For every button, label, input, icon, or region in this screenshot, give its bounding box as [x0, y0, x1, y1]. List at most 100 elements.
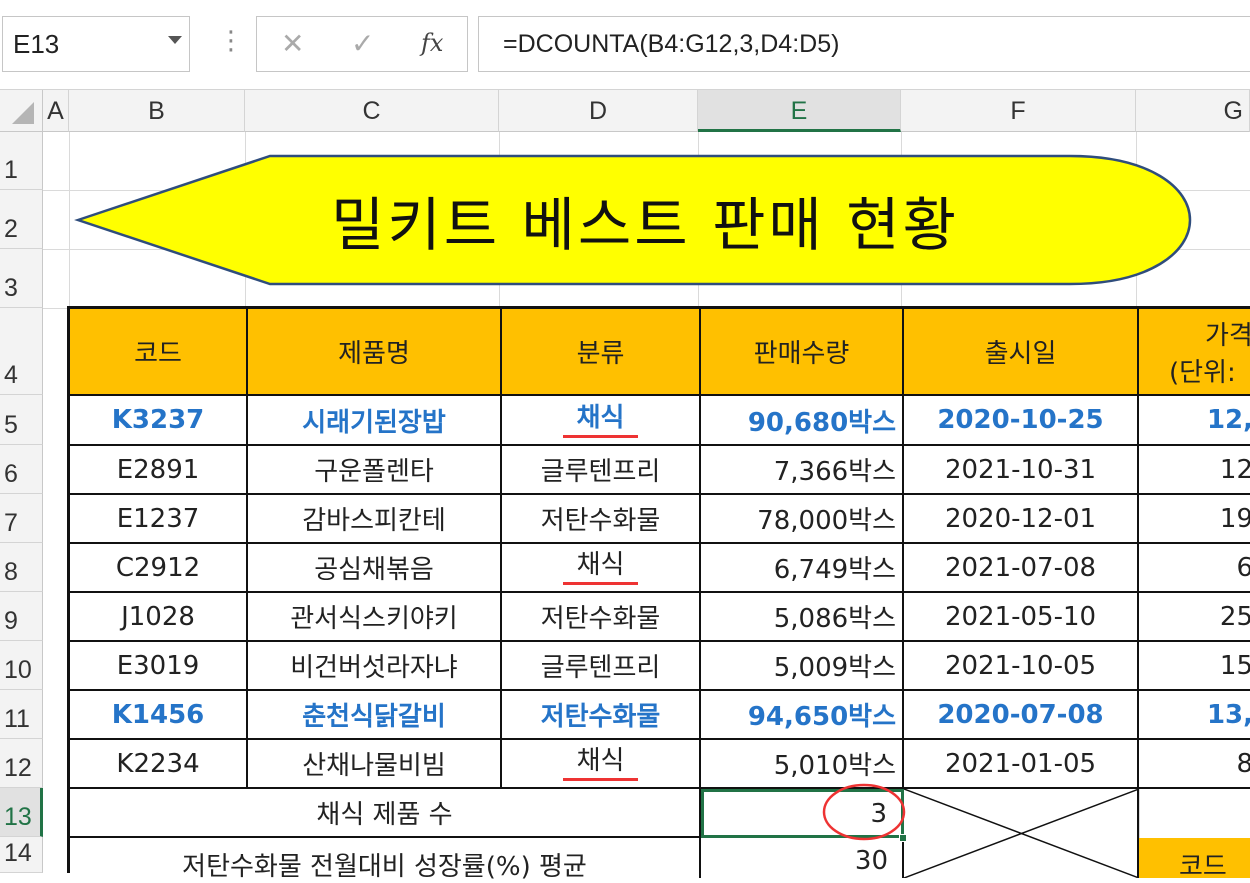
category-text: 저탄수화물 — [540, 702, 661, 732]
cell-price[interactable]: 6 — [1139, 544, 1250, 593]
header-price-line1: 가격 — [1205, 320, 1250, 351]
cell-code[interactable]: K3237 — [70, 396, 248, 446]
row-header-9[interactable]: 9 — [0, 592, 43, 641]
cell-date[interactable]: 2020-10-25 — [904, 396, 1139, 446]
cell-quantity[interactable]: 94,650박스 — [701, 691, 904, 740]
name-box[interactable]: E13 — [2, 16, 190, 72]
cell-price[interactable]: 12, — [1139, 396, 1250, 446]
banner-title: 밀키트 베스트 판매 현황 — [331, 191, 959, 259]
category-text: 채식 — [562, 746, 639, 781]
cell-quantity[interactable]: 5,086박스 — [701, 593, 904, 642]
column-header-a[interactable]: A — [43, 90, 69, 132]
summary-label-vegetarian[interactable]: 채식 제품 수 — [70, 789, 701, 838]
cell-date[interactable]: 2021-07-08 — [904, 544, 1139, 593]
row-header-7[interactable]: 7 — [0, 494, 43, 543]
row-header-5[interactable]: 5 — [0, 395, 43, 445]
cell-code[interactable]: E1237 — [70, 495, 248, 544]
cell-price[interactable]: 25 — [1139, 593, 1250, 642]
cell-price[interactable]: 15 — [1139, 642, 1250, 691]
cell-code[interactable]: J1028 — [70, 593, 248, 642]
column-header-f[interactable]: F — [901, 90, 1136, 132]
column-header-e[interactable]: E — [698, 90, 901, 132]
cell-code[interactable]: E2891 — [70, 446, 248, 495]
cell-date[interactable]: 2021-01-05 — [904, 740, 1139, 789]
cell-name[interactable]: 산채나물비빔 — [248, 740, 502, 789]
cell-date[interactable]: 2021-10-05 — [904, 642, 1139, 691]
cell-quantity[interactable]: 6,749박스 — [701, 544, 904, 593]
header-cell-qty[interactable]: 판매수량 — [701, 309, 904, 396]
cell-category[interactable]: 글루텐프리 — [502, 446, 701, 495]
data-table: 코드 제품명 분류 판매수량 출시일 가격 (단위: K3237 시래기된장밥 채식 90,680박… — [67, 306, 1250, 882]
row-header-14[interactable]: 14 — [0, 837, 43, 873]
enter-icon[interactable]: ✓ — [351, 27, 374, 60]
cell-category[interactable]: 저탄수화물 — [502, 691, 701, 740]
cell-date[interactable]: 2020-07-08 — [904, 691, 1139, 740]
row-header-11[interactable]: 11 — [0, 690, 43, 739]
cell-name[interactable]: 공심채볶음 — [248, 544, 502, 593]
column-header-c[interactable]: C — [245, 90, 499, 132]
cell-code[interactable]: K2234 — [70, 740, 248, 789]
insert-function-icon[interactable]: fx — [421, 29, 443, 57]
chevron-down-icon[interactable] — [168, 36, 182, 44]
cell-name[interactable]: 시래기된장밥 — [248, 396, 502, 446]
row-header-6[interactable]: 6 — [0, 445, 43, 494]
cell-price[interactable]: 19 — [1139, 495, 1250, 544]
cell-g14-code-header[interactable]: 코드 — [1139, 838, 1250, 882]
category-text: 글루텐프리 — [540, 457, 661, 487]
summary-label-lowcarb[interactable]: 저탄수화물 전월대비 성장률(%) 평균 — [70, 838, 701, 882]
row-header-4[interactable]: 4 — [0, 308, 43, 395]
column-header-b[interactable]: B — [69, 90, 245, 132]
cell-category[interactable]: 저탄수화물 — [502, 495, 701, 544]
header-price-line2: (단위: — [1169, 357, 1236, 388]
column-header-d[interactable]: D — [499, 90, 698, 132]
select-all-button[interactable] — [0, 90, 43, 132]
more-options-icon[interactable]: ⋮ — [218, 26, 244, 56]
row-header-1[interactable]: 1 — [0, 132, 43, 190]
fill-handle[interactable] — [899, 834, 907, 842]
cell-price[interactable]: 8 — [1139, 740, 1250, 789]
cell-category[interactable]: 채식 — [502, 544, 701, 593]
cell-date[interactable]: 2021-05-10 — [904, 593, 1139, 642]
row-header-13[interactable]: 13 — [0, 788, 43, 837]
row-header-10[interactable]: 10 — [0, 641, 43, 690]
header-cell-cat[interactable]: 분류 — [502, 309, 701, 396]
header-cell-code[interactable]: 코드 — [70, 309, 248, 396]
cell-g13[interactable] — [1139, 789, 1250, 838]
row-header-2[interactable]: 2 — [0, 190, 43, 249]
cell-date[interactable]: 2021-10-31 — [904, 446, 1139, 495]
cell-code[interactable]: K1456 — [70, 691, 248, 740]
category-text: 글루텐프리 — [540, 653, 661, 683]
cell-quantity[interactable]: 7,366박스 — [701, 446, 904, 495]
cell-quantity[interactable]: 5,009박스 — [701, 642, 904, 691]
category-text: 채식 — [562, 550, 639, 585]
row-header-3[interactable]: 3 — [0, 249, 43, 308]
formula-input[interactable]: =DCOUNTA(B4:G12,3,D4:D5) — [478, 16, 1250, 72]
category-text: 저탄수화물 — [540, 506, 661, 536]
cell-name[interactable]: 관서식스키야키 — [248, 593, 502, 642]
column-header-g[interactable]: G — [1136, 90, 1250, 132]
header-cell-date[interactable]: 출시일 — [904, 309, 1139, 396]
row-header-12[interactable]: 12 — [0, 739, 43, 788]
cell-date[interactable]: 2020-12-01 — [904, 495, 1139, 544]
cell-code[interactable]: E3019 — [70, 642, 248, 691]
cell-code[interactable]: C2912 — [70, 544, 248, 593]
cell-price[interactable]: 12 — [1139, 446, 1250, 495]
cell-category[interactable]: 저탄수화물 — [502, 593, 701, 642]
empty-crossed-cell[interactable] — [904, 789, 1139, 878]
cell-price[interactable]: 13, — [1139, 691, 1250, 740]
cross-lines — [904, 789, 1137, 878]
cell-name[interactable]: 비건버섯라자냐 — [248, 642, 502, 691]
cell-name[interactable]: 구운폴렌타 — [248, 446, 502, 495]
cell-quantity[interactable]: 78,000박스 — [701, 495, 904, 544]
cell-category[interactable]: 글루텐프리 — [502, 642, 701, 691]
header-cell-name[interactable]: 제품명 — [248, 309, 502, 396]
cell-name[interactable]: 춘천식닭갈비 — [248, 691, 502, 740]
cancel-icon[interactable]: ✕ — [281, 27, 304, 60]
cell-quantity[interactable]: 90,680박스 — [701, 396, 904, 446]
header-cell-price[interactable]: 가격 (단위: — [1139, 309, 1250, 396]
formula-buttons: ✕ ✓ fx — [256, 16, 468, 72]
cell-name[interactable]: 감바스피칸테 — [248, 495, 502, 544]
cell-category[interactable]: 채식 — [502, 740, 701, 789]
cell-category[interactable]: 채식 — [502, 396, 701, 446]
row-header-8[interactable]: 8 — [0, 543, 43, 592]
